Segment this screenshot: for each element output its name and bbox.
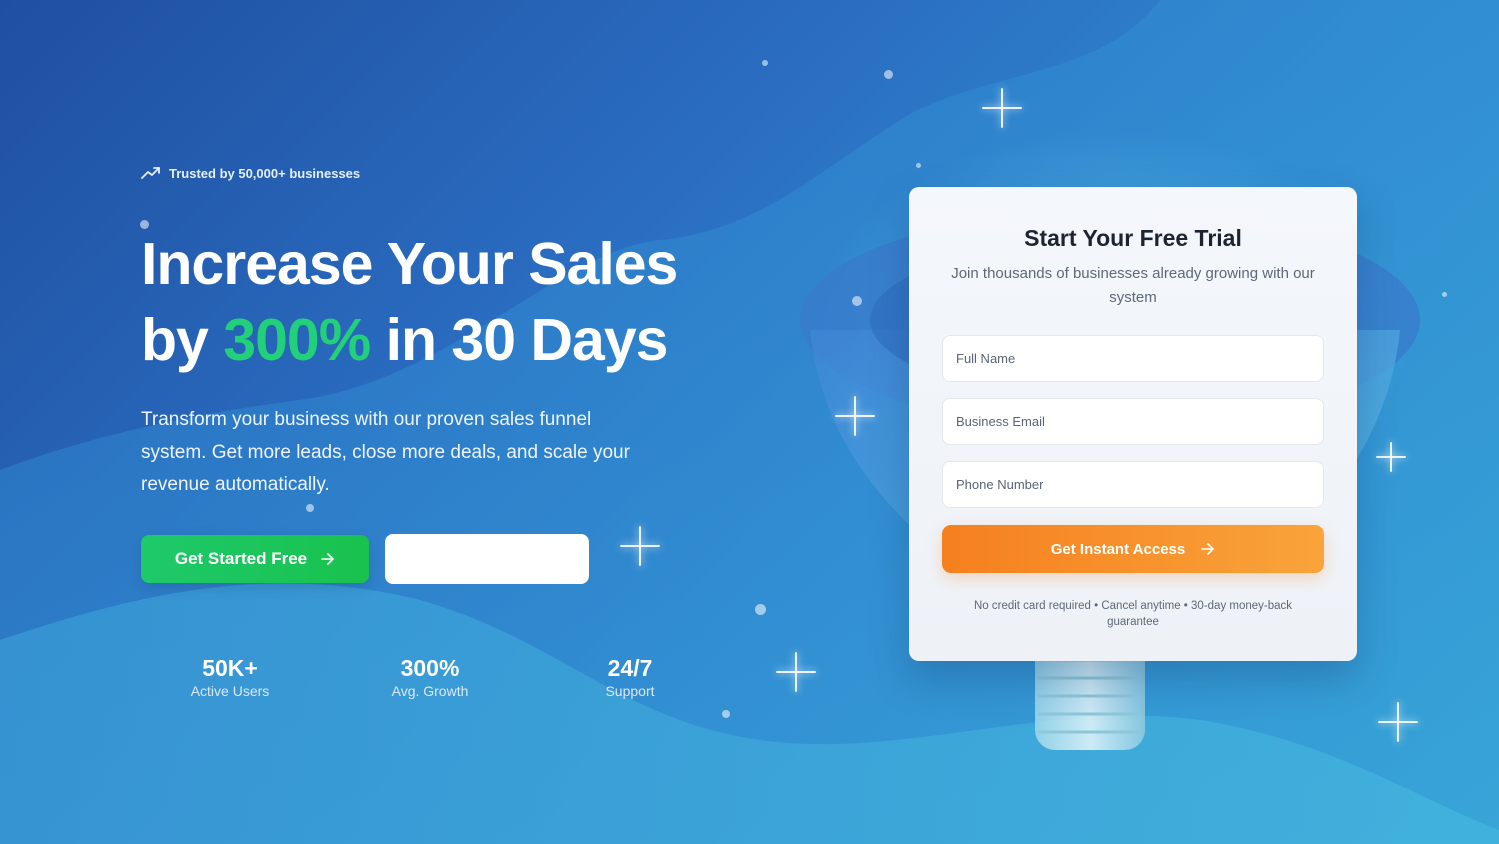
submit-label: Get Instant Access bbox=[1050, 540, 1186, 558]
stat-active-users: 50K+ Active Users bbox=[141, 654, 319, 700]
trusted-text: Trusted by 50,000+ businesses bbox=[169, 165, 361, 181]
landing-page: Trusted by 50,000+ businesses Increase Y… bbox=[0, 0, 1499, 844]
headline-line-2: by 300% in 30 Days bbox=[141, 302, 721, 378]
secondary-cta-button[interactable] bbox=[385, 533, 589, 584]
hero-subtext: Transform your business with our proven … bbox=[141, 409, 630, 495]
phone-number-input[interactable] bbox=[942, 461, 1324, 508]
get-instant-access-button[interactable]: Get Instant Access bbox=[942, 525, 1324, 573]
sparkle-star bbox=[776, 652, 816, 692]
sparkle-star bbox=[1376, 442, 1406, 472]
full-name-input[interactable] bbox=[942, 335, 1324, 382]
headline-accent: 300% bbox=[223, 307, 371, 373]
form-subtitle: Join thousands of businesses already gro… bbox=[951, 265, 1315, 306]
form-fineprint: No credit card required • Cancel anytime… bbox=[973, 600, 1293, 628]
sparkle-dot bbox=[762, 60, 768, 66]
headline-rest: in 30 Days bbox=[385, 307, 669, 373]
sparkle-dot bbox=[1442, 292, 1447, 297]
sparkle-dot bbox=[916, 163, 921, 168]
headline-by: by bbox=[141, 307, 209, 373]
stat-label: Avg. Growth bbox=[391, 682, 469, 699]
stats-row: 50K+ Active Users 300% Avg. Growth 24/7 … bbox=[141, 654, 741, 700]
headline-line-1: Increase Your Sales bbox=[141, 231, 678, 297]
stat-avg-growth: 300% Avg. Growth bbox=[341, 654, 519, 700]
get-started-button[interactable]: Get Started Free bbox=[141, 534, 369, 583]
form-title: Start Your Free Trial bbox=[1024, 225, 1242, 251]
get-started-label: Get Started Free bbox=[174, 548, 308, 568]
sparkle-dot bbox=[755, 604, 766, 615]
sparkle-star bbox=[982, 88, 1022, 128]
arrow-right-icon bbox=[321, 552, 335, 565]
stat-label: Active Users bbox=[190, 682, 270, 699]
arrow-right-icon bbox=[1201, 543, 1215, 555]
stat-label: Support bbox=[605, 682, 655, 699]
stat-support: 24/7 Support bbox=[541, 654, 719, 700]
business-email-input[interactable] bbox=[942, 398, 1324, 445]
signup-form-card: Start Your Free Trial Join thousands of … bbox=[909, 187, 1357, 661]
cta-row: Get Started Free bbox=[141, 533, 721, 584]
sparkle-dot bbox=[722, 710, 730, 718]
sparkle-star bbox=[1378, 702, 1418, 742]
sparkle-dot bbox=[884, 70, 893, 79]
trending-up-icon bbox=[141, 166, 161, 180]
hero-headline: Increase Your Sales by 300% in 30 Days bbox=[141, 226, 721, 378]
hero-section: Trusted by 50,000+ businesses Increase Y… bbox=[141, 160, 721, 700]
trusted-badge: Trusted by 50,000+ businesses bbox=[141, 160, 721, 186]
stat-value: 300% bbox=[400, 654, 460, 681]
sparkle-star bbox=[835, 396, 875, 436]
stat-value: 24/7 bbox=[607, 654, 653, 681]
stat-value: 50K+ bbox=[202, 654, 258, 681]
sparkle-dot bbox=[852, 296, 862, 306]
